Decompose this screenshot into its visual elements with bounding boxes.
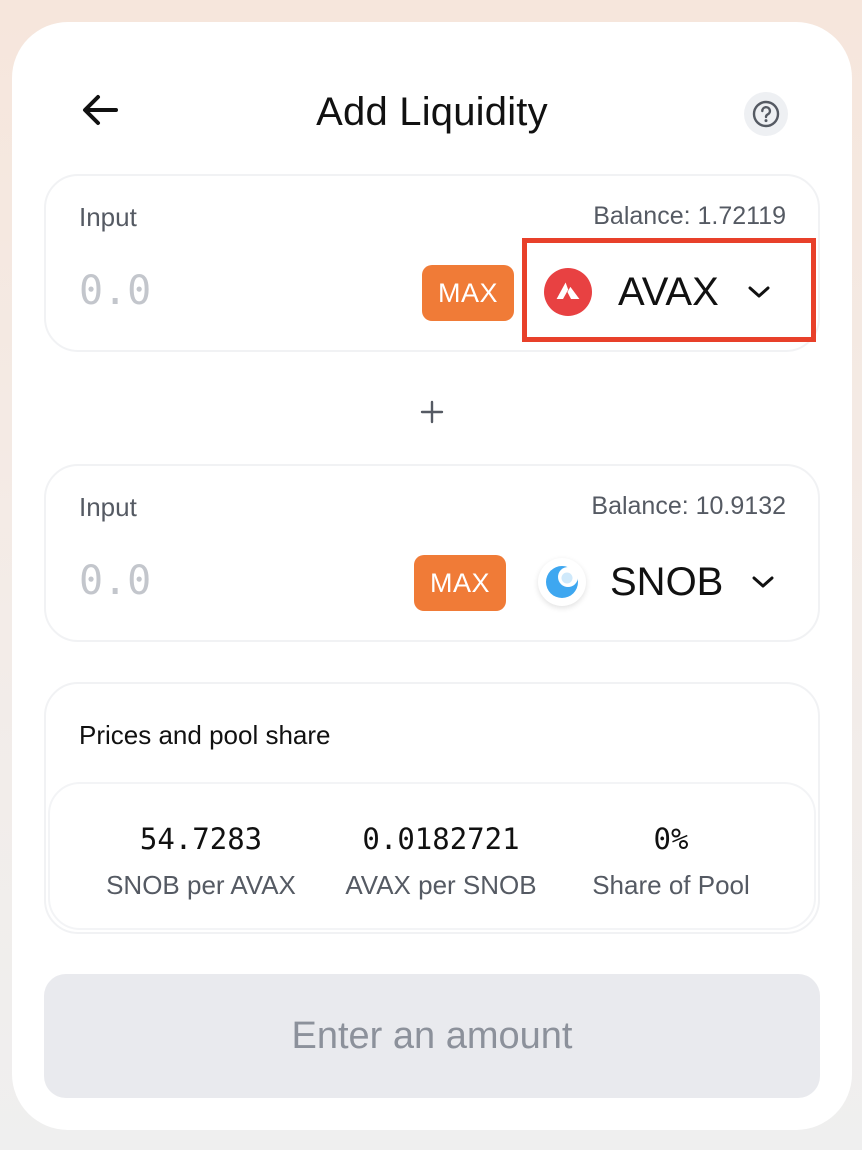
input-panel-a: Input Balance: 1.72119 MAX AVAX (44, 174, 820, 352)
input-panel-b: Input Balance: 10.9132 MAX SNOB (44, 464, 820, 642)
amount-input-b[interactable] (79, 554, 379, 608)
stat-value: 0.0182721 (362, 822, 520, 856)
token-symbol: SNOB (610, 559, 724, 604)
token-select-avax[interactable]: AVAX (544, 256, 771, 328)
max-button-a[interactable]: MAX (422, 265, 514, 321)
stat-label: AVAX per SNOB (345, 870, 537, 900)
token-symbol: AVAX (618, 269, 719, 314)
stat-value: 0% (653, 822, 689, 856)
prices-title: Prices and pool share (79, 720, 331, 750)
amount-input-a[interactable] (79, 264, 379, 318)
help-button[interactable] (744, 92, 788, 136)
input-label: Input (79, 492, 137, 522)
input-label: Input (79, 202, 137, 232)
add-liquidity-card: Add Liquidity Input Balance: 1.72119 MAX… (12, 22, 852, 1130)
chevron-down-icon (751, 575, 775, 589)
chevron-down-icon (747, 285, 771, 299)
page-title: Add Liquidity (316, 90, 548, 134)
snob-logo-icon (538, 558, 586, 606)
enter-amount-button[interactable]: Enter an amount (44, 974, 820, 1098)
plus-icon (414, 394, 450, 430)
stat-value: 54.7283 (139, 822, 263, 856)
balance-text: Balance: 1.72119 (593, 202, 786, 230)
stat-share-of-pool: 0% Share of Pool (551, 822, 791, 901)
stat-avax-per-snob: 0.0182721 AVAX per SNOB (321, 822, 561, 901)
stat-snob-per-avax: 54.7283 SNOB per AVAX (81, 822, 321, 901)
prices-panel: Prices and pool share 54.7283 SNOB per A… (44, 682, 820, 934)
max-button-b[interactable]: MAX (414, 555, 506, 611)
prices-stats: 54.7283 SNOB per AVAX 0.0182721 AVAX per… (48, 782, 816, 930)
header: Add Liquidity (12, 22, 852, 172)
stat-label: SNOB per AVAX (106, 870, 296, 900)
token-select-snob[interactable]: SNOB (538, 546, 775, 618)
question-circle-icon (752, 100, 780, 128)
avax-logo-icon (544, 268, 592, 316)
balance-text: Balance: 10.9132 (591, 492, 786, 520)
stat-label: Share of Pool (592, 870, 750, 900)
